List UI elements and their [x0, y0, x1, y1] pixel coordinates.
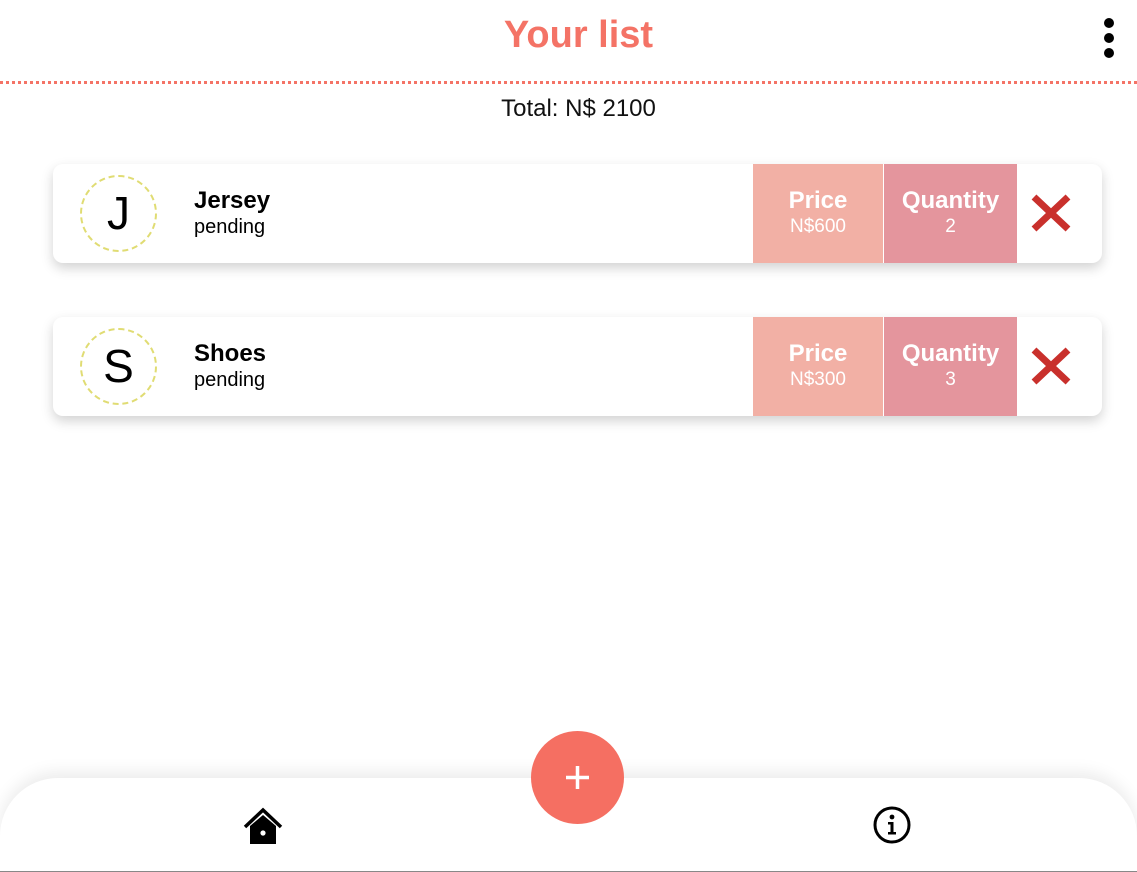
quantity-box: Quantity 2 — [884, 164, 1017, 263]
item-status: pending — [194, 369, 266, 391]
more-menu-button[interactable] — [1099, 18, 1119, 58]
avatar: J — [80, 175, 157, 252]
info-icon — [873, 806, 911, 844]
list-item[interactable]: J Jersey pending Price N$600 Quantity 2 — [53, 164, 1102, 263]
quantity-box: Quantity 3 — [884, 317, 1017, 416]
price-value: N$300 — [790, 369, 846, 390]
price-box: Price N$300 — [753, 317, 883, 416]
delete-button[interactable] — [1030, 191, 1074, 235]
quantity-label: Quantity — [901, 187, 1000, 214]
delete-button[interactable] — [1030, 344, 1074, 388]
close-icon — [1031, 347, 1071, 385]
home-icon — [243, 807, 283, 844]
price-label: Price — [788, 340, 848, 367]
add-item-button[interactable] — [531, 731, 624, 824]
info-button[interactable] — [872, 805, 912, 845]
item-status: pending — [194, 216, 266, 238]
plus-icon — [566, 766, 589, 789]
header: Your list — [0, 0, 1137, 84]
close-icon — [1031, 194, 1071, 232]
page-title: Your list — [503, 14, 654, 56]
quantity-value: 3 — [945, 369, 956, 390]
quantity-value: 2 — [945, 216, 956, 237]
quantity-label: Quantity — [901, 340, 1000, 367]
list-item[interactable]: S Shoes pending Price N$300 Quantity 3 — [53, 317, 1102, 416]
price-box: Price N$600 — [753, 164, 883, 263]
total-amount: Total: N$ 2100 — [501, 95, 656, 122]
price-value: N$600 — [790, 216, 846, 237]
item-name: Shoes — [194, 340, 267, 367]
price-label: Price — [788, 187, 848, 214]
avatar: S — [80, 328, 157, 405]
item-name: Jersey — [194, 187, 271, 214]
app-screen: Your list Total: N$ 2100 J Jersey pendin… — [0, 0, 1137, 872]
home-button[interactable] — [243, 807, 283, 847]
more-vertical-icon — [1104, 18, 1114, 28]
